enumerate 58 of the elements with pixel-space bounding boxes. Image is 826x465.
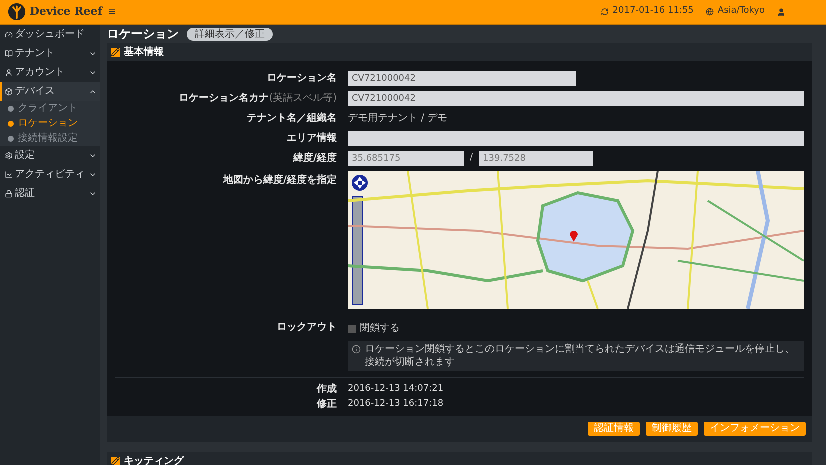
field-value: デモ用テナント / デモ	[348, 112, 448, 126]
longitude-field[interactable]: 139.7528	[479, 151, 594, 166]
chart-icon	[5, 170, 13, 178]
panel-title: キッティング	[124, 454, 184, 465]
sidebar-item[interactable]: テナント	[0, 44, 100, 63]
sidebar-item[interactable]: アカウント	[0, 63, 100, 82]
field-sublabel: (英語スペル等)	[269, 93, 337, 104]
settings-icon	[5, 152, 13, 160]
gauge-icon	[5, 30, 13, 38]
field-label: エリア情報	[287, 133, 337, 144]
refresh-icon[interactable]	[600, 8, 609, 16]
text-field[interactable]	[348, 131, 804, 146]
field-label: ロケーション名	[267, 73, 337, 84]
cube-icon	[5, 88, 13, 96]
map-pin-icon	[569, 229, 579, 242]
panel-title: 基本情報	[124, 46, 164, 60]
info-icon	[352, 345, 361, 354]
logo-icon	[8, 3, 26, 21]
sidebar-item[interactable]: ダッシュボード	[0, 25, 100, 44]
bullet-icon	[8, 106, 14, 112]
globe-icon	[706, 8, 714, 16]
note-text: ロケーション閉鎖するとこのロケーションに割当てられたデバイスは通信モジュールを停止し、接続が切断されます	[365, 343, 796, 369]
user-icon	[5, 68, 13, 76]
field-label: ロケーション名カナ	[179, 93, 270, 104]
checkbox-label: 閉鎖する	[360, 322, 400, 336]
sidebar-subitem[interactable]: 接続情報設定	[0, 131, 100, 146]
latitude-field[interactable]: 35.685175	[348, 151, 464, 166]
mode-badge: 詳細表示／修正	[187, 28, 273, 40]
timezone-link[interactable]: Asia/Tokyo	[718, 5, 765, 19]
sidebar-item[interactable]: 設定	[0, 146, 100, 165]
sidebar-item[interactable]: デバイス	[0, 82, 100, 101]
page-title: ロケーション	[107, 26, 179, 43]
brand-name: Device Reef	[30, 4, 103, 20]
field-label: 緯度/経度	[293, 153, 337, 164]
sidebar-subitem[interactable]: ロケーション	[0, 116, 100, 131]
separator-text: /	[470, 152, 474, 165]
menu-toggle-button[interactable]: ≡	[108, 4, 116, 20]
lock-icon	[5, 190, 13, 198]
text-field[interactable]: CV721000042	[348, 71, 576, 86]
sidebar-item[interactable]: アクティビティ	[0, 165, 100, 184]
user-icon[interactable]	[777, 8, 786, 16]
meta-value: 2016-12-13 14:07:21	[348, 382, 444, 396]
text-field[interactable]: CV721000042	[348, 91, 804, 106]
sidebar-subitem[interactable]: クライアント	[0, 101, 100, 116]
field-label: ロックアウト	[277, 322, 337, 333]
bullet-icon	[8, 136, 14, 142]
field-label: テナント名／組織名	[247, 113, 337, 124]
meta-label: 修正	[316, 398, 337, 412]
bullet-icon	[8, 120, 14, 126]
edit-icon	[111, 48, 120, 56]
field-label: 地図から緯度/経度を指定	[223, 175, 337, 186]
meta-value: 2016-12-13 16:17:18	[348, 398, 444, 411]
sidebar-item[interactable]: 認証	[0, 184, 100, 203]
datetime-text: 2017-01-16 11:55	[612, 5, 694, 18]
book-icon	[5, 50, 13, 58]
lockout-checkbox[interactable]	[348, 324, 356, 332]
meta-label: 作成	[316, 382, 337, 397]
pan-control-icon[interactable]	[351, 174, 369, 192]
